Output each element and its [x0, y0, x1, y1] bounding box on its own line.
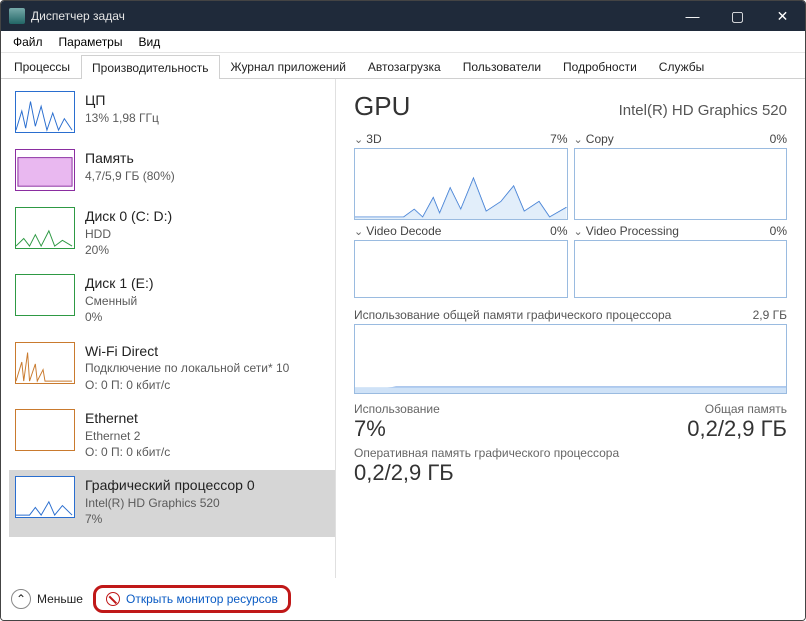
sidebar-disk1-line1: Сменный — [85, 293, 154, 309]
resource-monitor-icon — [106, 592, 120, 606]
sidebar-disk1-name: Диск 1 (E:) — [85, 274, 154, 293]
total-mem-value: 0,2/2,9 ГБ — [687, 416, 787, 442]
util-label: Использование — [354, 402, 440, 416]
engine-vproc-graph — [574, 240, 788, 298]
shared-mem-max: 2,9 ГБ — [753, 308, 787, 322]
sidebar-eth-name: Ethernet — [85, 409, 170, 428]
engine-vdec-graph — [354, 240, 568, 298]
sidebar-disk0-line1: HDD — [85, 226, 172, 242]
sidebar-disk0-name: Диск 0 (C: D:) — [85, 207, 172, 226]
maximize-button[interactable]: ▢ — [715, 1, 760, 31]
shared-mem-graph — [354, 324, 787, 394]
minimize-button[interactable]: — — [670, 1, 715, 31]
menubar: Файл Параметры Вид — [1, 31, 805, 53]
total-mem-label: Общая память — [687, 402, 787, 416]
sidebar-item-cpu[interactable]: ЦП 13% 1,98 ГГц — [9, 85, 335, 143]
engine-3d-label[interactable]: 3D — [354, 132, 382, 146]
menu-view[interactable]: Вид — [130, 33, 168, 51]
engine-video-decode: Video Decode 0% — [354, 220, 568, 298]
task-manager-window: Диспетчер задач — ▢ ✕ Файл Параметры Вид… — [0, 0, 806, 621]
engine-vdec-pct: 0% — [550, 224, 567, 238]
app-icon — [9, 8, 25, 24]
shared-mem-label: Использование общей памяти графического … — [354, 308, 671, 322]
tab-app-history[interactable]: Журнал приложений — [220, 54, 357, 78]
bottombar: ⌃ Меньше Открыть монитор ресурсов — [1, 578, 336, 620]
engine-vdec-label[interactable]: Video Decode — [354, 224, 441, 238]
window-controls: — ▢ ✕ — [670, 1, 805, 31]
sidebar-wifi-name: Wi-Fi Direct — [85, 342, 289, 361]
disk0-thumb-icon — [15, 207, 75, 249]
sidebar-item-disk0[interactable]: Диск 0 (C: D:) HDD 20% — [9, 201, 335, 268]
engine-video-processing: Video Processing 0% — [574, 220, 788, 298]
memory-thumb-icon — [15, 149, 75, 191]
gpu-thumb-icon — [15, 476, 75, 518]
util-value: 7% — [354, 416, 440, 442]
engine-copy-label[interactable]: Copy — [574, 132, 614, 146]
host-mem-value: 0,2/2,9 ГБ — [354, 460, 619, 486]
sidebar-cpu-name: ЦП — [85, 91, 159, 110]
resource-monitor-highlight: Открыть монитор ресурсов — [93, 585, 291, 613]
window-title: Диспетчер задач — [31, 9, 670, 23]
sidebar-gpu-name: Графический процессор 0 — [85, 476, 255, 495]
wifi-thumb-icon — [15, 342, 75, 384]
sidebar[interactable]: ЦП 13% 1,98 ГГц Память 4,7/5,9 ГБ (80%) — [1, 79, 336, 578]
engine-3d: 3D 7% — [354, 128, 568, 220]
sidebar-item-ethernet[interactable]: Ethernet Ethernet 2 О: 0 П: 0 кбит/с — [9, 403, 335, 470]
gpu-stats: Использование 7% Общая память 0,2/2,9 ГБ — [354, 402, 787, 442]
sidebar-item-gpu[interactable]: Графический процессор 0 Intel(R) HD Grap… — [9, 470, 335, 537]
tab-services[interactable]: Службы — [648, 54, 715, 78]
sidebar-mem-stat: 4,7/5,9 ГБ (80%) — [85, 168, 175, 184]
eth-thumb-icon — [15, 409, 75, 451]
host-mem-label: Оперативная память графического процессо… — [354, 446, 619, 460]
tab-performance[interactable]: Производительность — [81, 55, 219, 79]
titlebar[interactable]: Диспетчер задач — ▢ ✕ — [1, 1, 805, 31]
tab-processes[interactable]: Процессы — [3, 54, 81, 78]
sidebar-mem-name: Память — [85, 149, 175, 168]
detail-pane: GPU Intel(R) HD Graphics 520 3D 7% Copy — [336, 79, 805, 620]
engine-copy-graph — [574, 148, 788, 220]
engine-vproc-label[interactable]: Video Processing — [574, 224, 679, 238]
sidebar-eth-line1: Ethernet 2 — [85, 428, 170, 444]
shared-memory-section: Использование общей памяти графического … — [354, 308, 787, 394]
sidebar-wifi-line2: О: 0 П: 0 кбит/с — [85, 377, 289, 393]
tab-details[interactable]: Подробности — [552, 54, 648, 78]
sidebar-item-disk1[interactable]: Диск 1 (E:) Сменный 0% — [9, 268, 335, 335]
sidebar-disk1-line2: 0% — [85, 309, 154, 325]
engine-copy: Copy 0% — [574, 128, 788, 220]
sidebar-wifi-line1: Подключение по локальной сети* 10 — [85, 360, 289, 376]
detail-title: GPU — [354, 91, 410, 122]
menu-file[interactable]: Файл — [5, 33, 51, 51]
chevron-up-icon: ⌃ — [11, 589, 31, 609]
sidebar-gpu-line2: 7% — [85, 511, 255, 527]
engine-copy-pct: 0% — [770, 132, 787, 146]
cpu-thumb-icon — [15, 91, 75, 133]
disk1-thumb-icon — [15, 274, 75, 316]
menu-options[interactable]: Параметры — [51, 33, 131, 51]
sidebar-eth-line2: О: 0 П: 0 кбит/с — [85, 444, 170, 460]
body: ЦП 13% 1,98 ГГц Память 4,7/5,9 ГБ (80%) — [1, 79, 805, 620]
detail-header: GPU Intel(R) HD Graphics 520 — [354, 91, 787, 122]
sidebar-disk0-line2: 20% — [85, 242, 172, 258]
sidebar-item-memory[interactable]: Память 4,7/5,9 ГБ (80%) — [9, 143, 335, 201]
fewer-details-label: Меньше — [37, 592, 83, 606]
engine-3d-pct: 7% — [550, 132, 567, 146]
engine-vproc-pct: 0% — [770, 224, 787, 238]
tab-startup[interactable]: Автозагрузка — [357, 54, 452, 78]
sidebar-gpu-line1: Intel(R) HD Graphics 520 — [85, 495, 255, 511]
tabstrip: Процессы Производительность Журнал прило… — [1, 53, 805, 79]
open-resource-monitor-link[interactable]: Открыть монитор ресурсов — [126, 592, 278, 606]
sidebar-item-wifi[interactable]: Wi-Fi Direct Подключение по локальной се… — [9, 336, 335, 403]
sidebar-cpu-stat: 13% 1,98 ГГц — [85, 110, 159, 126]
close-button[interactable]: ✕ — [760, 1, 805, 31]
fewer-details-button[interactable]: ⌃ Меньше — [11, 589, 83, 609]
gpu-adapter-name: Intel(R) HD Graphics 520 — [619, 102, 787, 119]
tab-users[interactable]: Пользователи — [452, 54, 552, 78]
engine-3d-graph — [354, 148, 568, 220]
